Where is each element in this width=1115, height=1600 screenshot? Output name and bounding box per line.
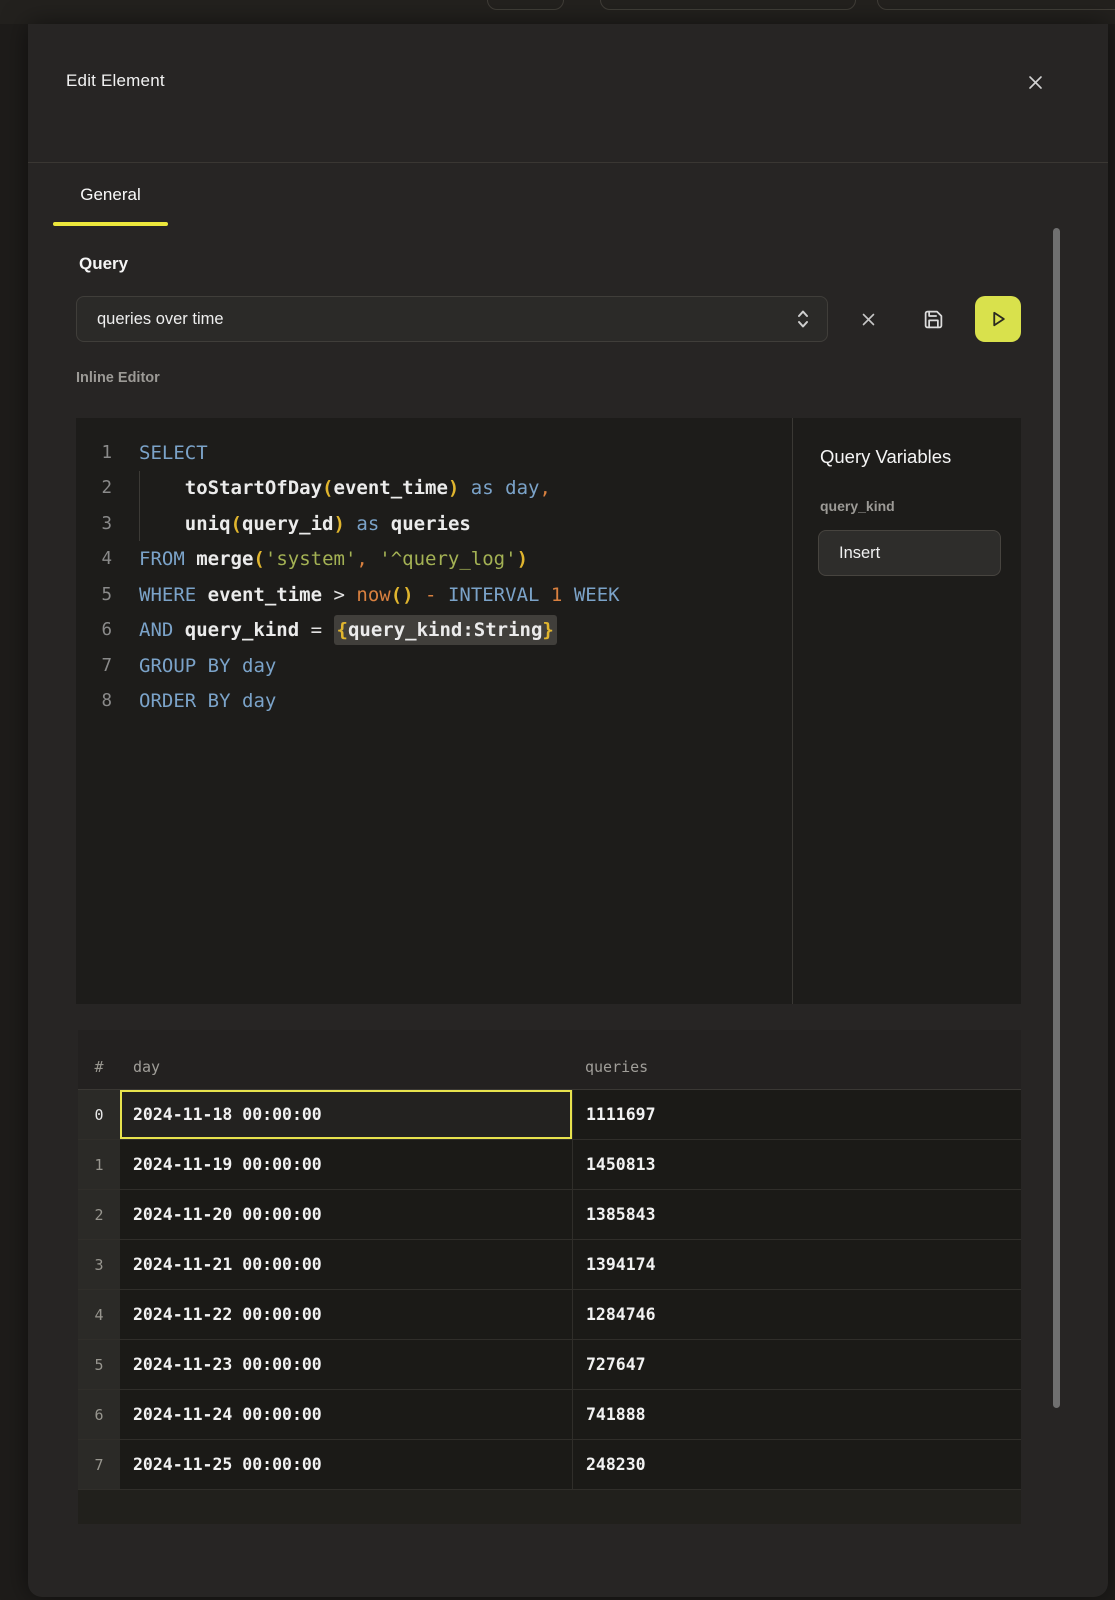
- code-line-7: 7 GROUP BY day: [76, 648, 792, 684]
- column-header-queries[interactable]: queries: [572, 1058, 1021, 1076]
- code-line-content: uniq(query_id) as queries: [139, 513, 471, 535]
- modal-title: Edit Element: [66, 71, 165, 91]
- cell-day[interactable]: 2024-11-24 00:00:00: [120, 1390, 572, 1439]
- code-line-6: 6 AND query_kind = {query_kind:String}: [76, 613, 792, 649]
- header-divider: [28, 162, 1108, 163]
- query-variables-title: Query Variables: [820, 446, 951, 468]
- row-index: 6: [78, 1390, 120, 1439]
- variable-name-label: query_kind: [820, 498, 895, 514]
- column-header-index: #: [78, 1058, 120, 1076]
- background-control-outline: [600, 0, 856, 10]
- table-footer-strip: [78, 1490, 1021, 1524]
- vertical-scrollbar[interactable]: [1053, 228, 1060, 1408]
- row-index: 0: [78, 1090, 120, 1139]
- code-line-content: SELECT: [139, 442, 208, 464]
- table-row: 42024-11-22 00:00:001284746: [78, 1290, 1021, 1340]
- edit-element-modal: Edit Element General Query queries over …: [28, 24, 1108, 1597]
- line-number: 7: [76, 656, 112, 676]
- code-line-content: ORDER BY day: [139, 690, 276, 712]
- close-button[interactable]: [1022, 69, 1048, 95]
- background-topbar: [0, 0, 1115, 24]
- table-row: 32024-11-21 00:00:001394174: [78, 1240, 1021, 1290]
- cell-day[interactable]: 2024-11-23 00:00:00: [120, 1340, 572, 1389]
- row-index: 4: [78, 1290, 120, 1339]
- background-control-outline: [877, 0, 1115, 10]
- inline-editor-label: Inline Editor: [76, 370, 160, 386]
- cell-day[interactable]: 2024-11-18 00:00:00: [120, 1090, 572, 1139]
- code-line-5: 5 WHERE event_time > now() - INTERVAL 1 W…: [76, 577, 792, 613]
- query-select[interactable]: queries over time: [76, 296, 828, 342]
- cell-day[interactable]: 2024-11-21 00:00:00: [120, 1240, 572, 1289]
- line-number: 5: [76, 585, 112, 605]
- code-line-content: toStartOfDay(event_time) as day,: [139, 477, 551, 499]
- row-index: 5: [78, 1340, 120, 1389]
- row-index: 1: [78, 1140, 120, 1189]
- line-number: 8: [76, 691, 112, 711]
- run-query-button[interactable]: [975, 296, 1021, 342]
- close-icon: [1028, 75, 1043, 90]
- save-query-button[interactable]: [916, 302, 950, 336]
- cell-queries[interactable]: 1111697: [572, 1090, 1021, 1139]
- cell-day[interactable]: 2024-11-19 00:00:00: [120, 1140, 572, 1189]
- background-control-outline: [487, 0, 564, 10]
- chevron-updown-icon: [795, 309, 811, 329]
- cell-queries[interactable]: 741888: [572, 1390, 1021, 1439]
- line-number: 6: [76, 620, 112, 640]
- play-icon: [988, 309, 1008, 329]
- cell-day[interactable]: 2024-11-20 00:00:00: [120, 1190, 572, 1239]
- code-editor[interactable]: 1 SELECT 2 toStartOfDay(event_time) as day…: [76, 418, 792, 1004]
- tab-active-underline: [53, 222, 168, 226]
- code-line-8: 8 ORDER BY day: [76, 684, 792, 720]
- clear-x-icon: [862, 313, 875, 326]
- results-table: # day queries 02024-11-18 00:00:00111169…: [78, 1030, 1021, 1524]
- column-header-day[interactable]: day: [120, 1058, 572, 1076]
- insert-variable-button[interactable]: Insert: [818, 530, 1001, 576]
- table-body: 02024-11-18 00:00:00111169712024-11-19 0…: [78, 1090, 1021, 1490]
- cell-queries[interactable]: 727647: [572, 1340, 1021, 1389]
- line-number: 4: [76, 549, 112, 569]
- table-row: 62024-11-24 00:00:00741888: [78, 1390, 1021, 1440]
- code-line-content: WHERE event_time > now() - INTERVAL 1 WE…: [139, 584, 620, 606]
- table-row: 52024-11-23 00:00:00727647: [78, 1340, 1021, 1390]
- cell-queries[interactable]: 1385843: [572, 1190, 1021, 1239]
- inline-editor: 1 SELECT 2 toStartOfDay(event_time) as day…: [76, 418, 1021, 1004]
- line-number: 2: [76, 478, 112, 498]
- line-number: 3: [76, 514, 112, 534]
- code-line-1: 1 SELECT: [76, 435, 792, 471]
- table-row: 72024-11-25 00:00:00248230: [78, 1440, 1021, 1490]
- query-select-value: queries over time: [97, 310, 795, 329]
- row-index: 2: [78, 1190, 120, 1239]
- row-index: 3: [78, 1240, 120, 1289]
- cell-day[interactable]: 2024-11-22 00:00:00: [120, 1290, 572, 1339]
- code-line-4: 4 FROM merge('system', '^query_log'): [76, 542, 792, 578]
- table-row: 12024-11-19 00:00:001450813: [78, 1140, 1021, 1190]
- code-line-content: FROM merge('system', '^query_log'): [139, 548, 528, 570]
- clear-query-button[interactable]: [854, 305, 882, 333]
- insert-button-label: Insert: [839, 544, 880, 563]
- table-row: 02024-11-18 00:00:001111697: [78, 1090, 1021, 1140]
- code-line-content: GROUP BY day: [139, 655, 276, 677]
- save-floppy-icon: [923, 309, 944, 330]
- code-lines: 1 SELECT 2 toStartOfDay(event_time) as day…: [76, 435, 792, 719]
- line-number: 1: [76, 443, 112, 463]
- cell-queries[interactable]: 248230: [572, 1440, 1021, 1489]
- cell-queries[interactable]: 1284746: [572, 1290, 1021, 1339]
- row-index: 7: [78, 1440, 120, 1489]
- query-section-heading: Query: [79, 254, 128, 274]
- cell-queries[interactable]: 1450813: [572, 1140, 1021, 1189]
- code-line-3: 3 uniq(query_id) as queries: [76, 506, 792, 542]
- tab-general[interactable]: General: [53, 185, 168, 205]
- table-header: # day queries: [78, 1030, 1021, 1090]
- cell-day[interactable]: 2024-11-25 00:00:00: [120, 1440, 572, 1489]
- table-row: 22024-11-20 00:00:001385843: [78, 1190, 1021, 1240]
- code-line-content: AND query_kind = {query_kind:String}: [139, 619, 557, 641]
- query-variables-panel: Query Variables query_kind Insert: [793, 418, 1021, 1004]
- code-line-2: 2 toStartOfDay(event_time) as day,: [76, 471, 792, 507]
- cell-queries[interactable]: 1394174: [572, 1240, 1021, 1289]
